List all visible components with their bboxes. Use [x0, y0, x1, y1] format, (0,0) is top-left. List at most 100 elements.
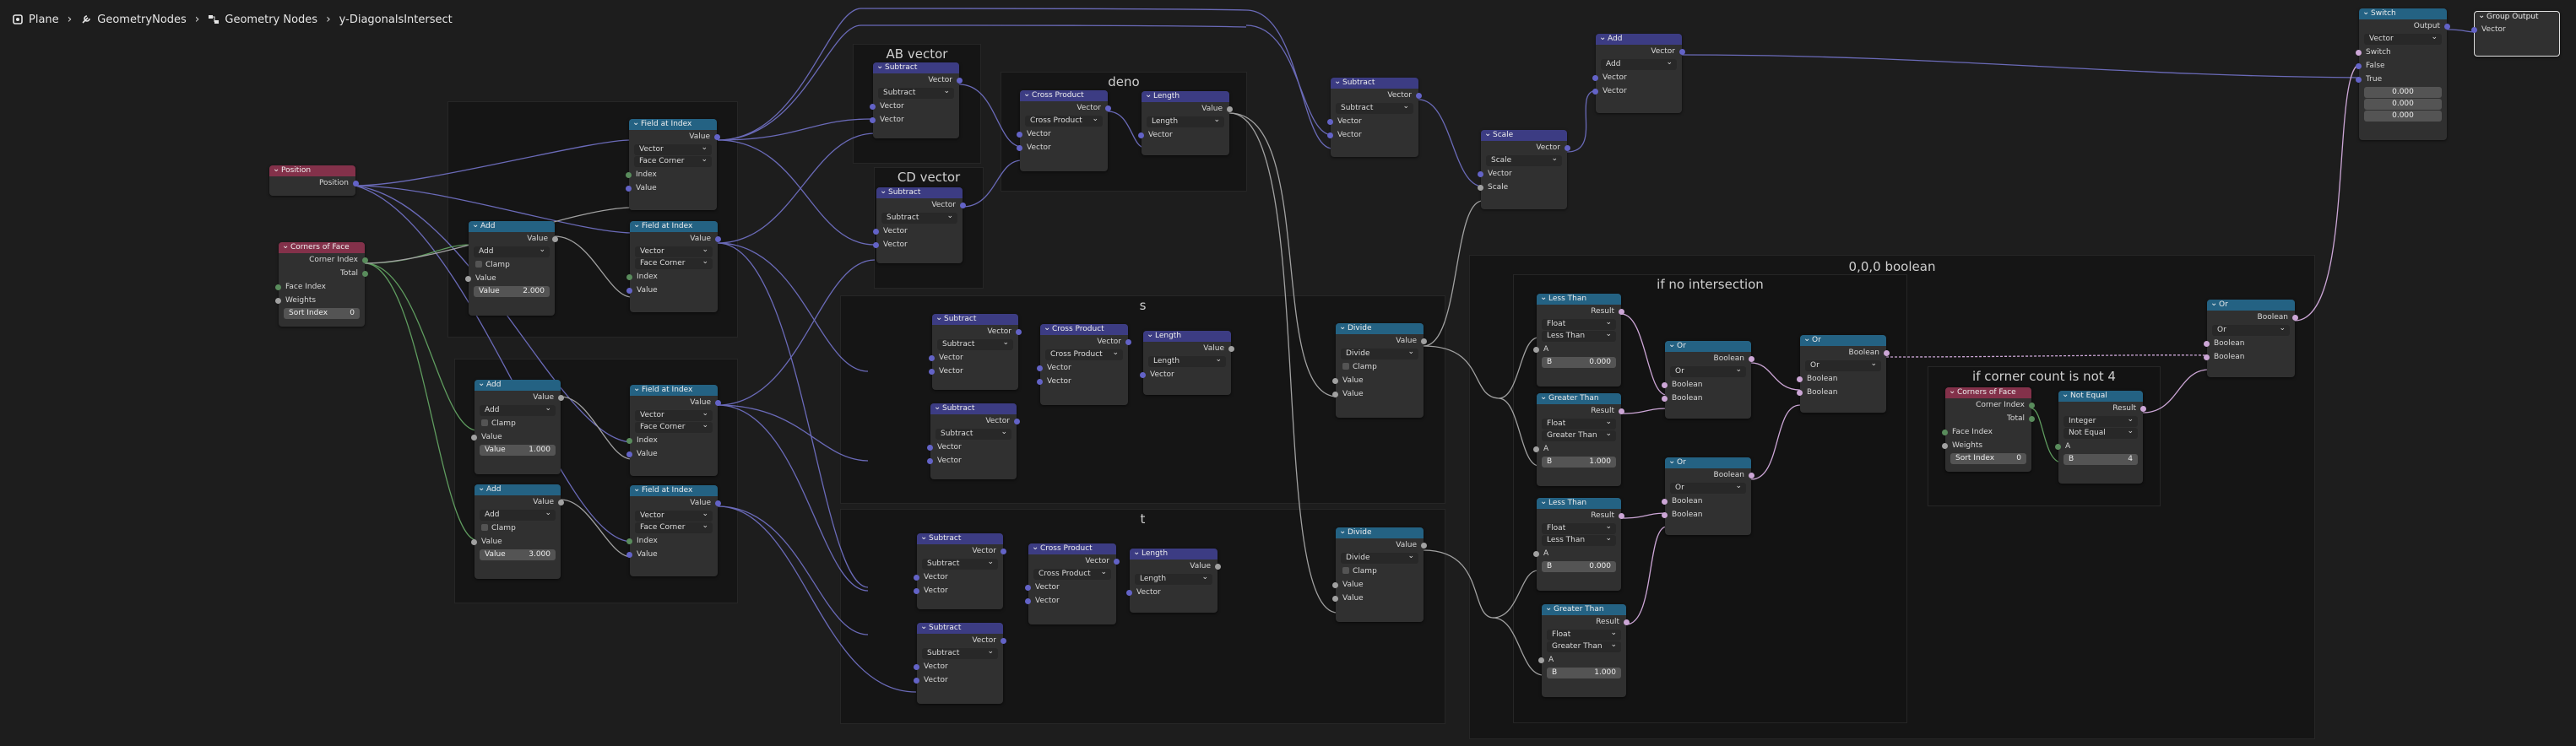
output-socket[interactable] [1215, 563, 1221, 570]
node-cross-product[interactable]: Cross Product Vector Cross Product Vecto… [1037, 324, 1131, 405]
node-header[interactable]: Length [1143, 331, 1231, 342]
input-socket[interactable] [1662, 511, 1668, 518]
value-field[interactable]: Value 2.000 [474, 286, 550, 297]
input-socket[interactable] [1126, 589, 1132, 596]
input-socket[interactable] [927, 444, 933, 451]
operation-dropdown[interactable]: Add [480, 403, 556, 416]
data-type-dropdown[interactable]: Vector [635, 408, 713, 421]
node-compare-greater-than[interactable]: Greater Than Result Float Greater Than A… [1538, 604, 1630, 697]
input-socket[interactable] [626, 437, 632, 444]
output-socket[interactable] [1227, 105, 1233, 112]
operation-dropdown[interactable]: Add [474, 245, 550, 257]
operation-dropdown[interactable]: Add [480, 508, 556, 521]
node-vector-subtract[interactable]: Subtract Vector Subtract Vector Vector [870, 62, 963, 138]
node-boolean-or[interactable]: Or Boolean Or Boolean Boolean [1662, 341, 1754, 419]
input-socket[interactable] [914, 574, 919, 581]
input-socket[interactable] [1478, 184, 1483, 191]
node-math-divide[interactable]: Divide Value Divide Clamp Value Value [1332, 323, 1427, 418]
input-socket[interactable] [1332, 595, 1338, 602]
output-socket[interactable] [353, 180, 359, 186]
input-socket[interactable] [275, 284, 281, 290]
operation-dropdown[interactable]: Length [1135, 572, 1212, 585]
value-field[interactable]: B 0.000 [1542, 357, 1616, 368]
node-math-add[interactable]: Add Value Add Clamp Value Value 3.000 [471, 484, 564, 579]
input-socket[interactable] [1138, 132, 1144, 138]
node-compare-less-than[interactable]: Less Than Result Float Less Than A B0.00… [1533, 498, 1624, 591]
node-math-divide[interactable]: Divide Value Divide Clamp Value Value [1332, 527, 1427, 622]
node-vector-subtract[interactable]: Subtract Vector Subtract Vector Vector [873, 187, 966, 263]
clamp-checkbox[interactable]: Clamp [469, 258, 555, 272]
operation-dropdown[interactable]: Less Than [1542, 533, 1616, 546]
input-socket[interactable] [1797, 389, 1803, 396]
output-socket[interactable] [1421, 542, 1427, 549]
node-header[interactable]: Greater Than [1542, 604, 1626, 615]
output-socket[interactable] [1565, 144, 1570, 151]
input-socket[interactable] [275, 297, 281, 304]
input-socket[interactable] [870, 103, 876, 110]
clamp-checkbox[interactable]: Clamp [1336, 565, 1424, 578]
input-socket[interactable] [1942, 442, 1948, 449]
node-header[interactable]: Or [1800, 335, 1886, 346]
node-cross-product[interactable]: Cross Product Vector Cross Product Vecto… [1017, 90, 1111, 171]
input-socket[interactable] [2055, 443, 2061, 450]
operation-dropdown[interactable]: Length [1148, 354, 1226, 367]
input-socket[interactable] [471, 434, 477, 441]
vector-z-field[interactable]: 0.000 [2364, 111, 2442, 122]
clamp-checkbox[interactable]: Clamp [475, 417, 561, 430]
node-header[interactable]: Subtract [930, 403, 1017, 414]
clamp-checkbox[interactable]: Clamp [1336, 360, 1424, 374]
output-socket[interactable] [2444, 23, 2450, 30]
node-math-add[interactable]: Add Value Add Clamp Value Value 2.000 [465, 221, 558, 316]
input-socket[interactable] [1140, 371, 1146, 378]
node-compare-not-equal[interactable]: Not Equal Result Integer Not Equal A B4 [2055, 391, 2146, 484]
node-header[interactable]: Field at Index [630, 485, 718, 496]
operation-dropdown[interactable]: Divide [1341, 551, 1418, 564]
node-header[interactable]: Or [2207, 300, 2295, 311]
node-header[interactable]: Length [1142, 91, 1229, 102]
output-socket[interactable] [1884, 349, 1890, 356]
input-socket[interactable] [1025, 597, 1031, 604]
value-field[interactable]: Value 3.000 [480, 549, 556, 560]
node-vector-add[interactable]: Add Vector Add Vector Vector [1592, 34, 1685, 113]
node-header[interactable]: Corners of Face [1945, 387, 2031, 398]
node-header[interactable]: Less Than [1537, 498, 1621, 509]
node-header[interactable]: Subtract [876, 187, 963, 198]
operation-dropdown[interactable]: Cross Product [1033, 567, 1111, 580]
input-socket[interactable] [929, 368, 935, 375]
node-length[interactable]: Length Value Length Vector [1126, 549, 1221, 613]
node-vector-subtract[interactable]: Subtract Vector Subtract Vector Vector [927, 403, 1020, 479]
node-switch[interactable]: Switch Output Vector Switch False True 0… [2356, 8, 2450, 140]
node-header[interactable]: Length [1130, 549, 1217, 560]
input-socket[interactable] [1327, 132, 1333, 138]
value-field[interactable]: B 1.000 [1542, 457, 1616, 468]
node-length[interactable]: Length Value Length Vector [1140, 331, 1234, 395]
node-header[interactable]: Add [469, 221, 555, 232]
output-socket[interactable] [362, 257, 368, 263]
output-socket[interactable] [714, 133, 720, 140]
data-type-dropdown[interactable]: Vector [635, 245, 713, 257]
node-corners-of-face[interactable]: Corners of Face Corner Index Total Face … [1942, 387, 2035, 472]
domain-dropdown[interactable]: Face Corner [635, 420, 713, 433]
input-socket[interactable] [1327, 118, 1333, 125]
node-editor-canvas[interactable]: AB vector CD vector deno s t 0,0,0 boole… [0, 0, 2576, 746]
node-header[interactable]: Not Equal [2058, 391, 2143, 402]
node-header[interactable]: Cross Product [1020, 90, 1108, 101]
output-socket[interactable] [362, 270, 368, 277]
output-socket[interactable] [558, 394, 564, 401]
output-socket[interactable] [552, 235, 558, 242]
output-socket[interactable] [1749, 472, 1754, 478]
input-socket[interactable] [471, 538, 477, 545]
input-socket[interactable] [465, 275, 471, 282]
input-socket[interactable] [873, 228, 879, 235]
output-socket[interactable] [715, 500, 721, 506]
node-vector-subtract[interactable]: Subtract Vector Subtract Vector Vector [929, 314, 1022, 390]
output-socket[interactable] [1105, 105, 1111, 111]
output-socket[interactable] [1624, 619, 1630, 625]
node-boolean-or[interactable]: Or Boolean Or Boolean Boolean [1797, 335, 1890, 413]
input-socket[interactable] [1533, 550, 1539, 557]
node-header[interactable]: Subtract [932, 314, 1018, 325]
output-socket[interactable] [558, 499, 564, 505]
output-socket[interactable] [2292, 314, 2298, 321]
output-socket[interactable] [715, 399, 721, 406]
operation-dropdown[interactable]: Or [2212, 323, 2290, 336]
